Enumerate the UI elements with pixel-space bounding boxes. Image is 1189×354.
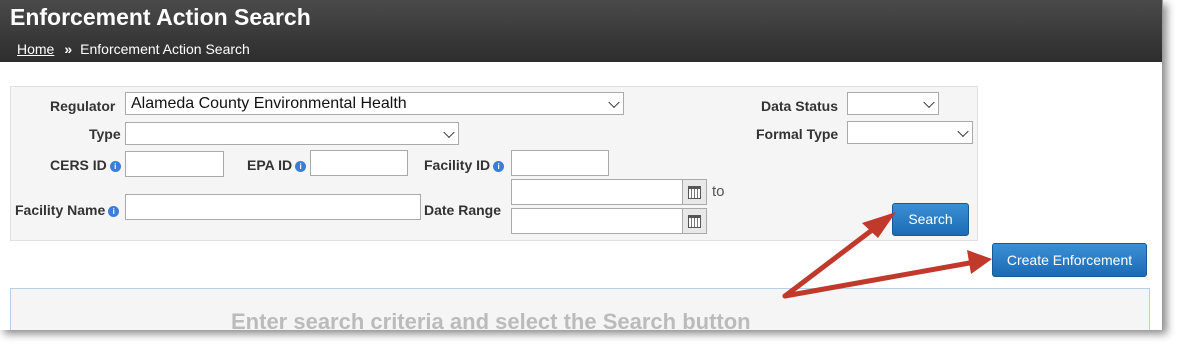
- annotation-arrow-head: [967, 250, 992, 274]
- page-frame: Enforcement Action Search Home» Enforceme…: [0, 0, 1163, 330]
- annotation-arrow: [782, 259, 978, 299]
- annotation-arrows: [782, 212, 992, 299]
